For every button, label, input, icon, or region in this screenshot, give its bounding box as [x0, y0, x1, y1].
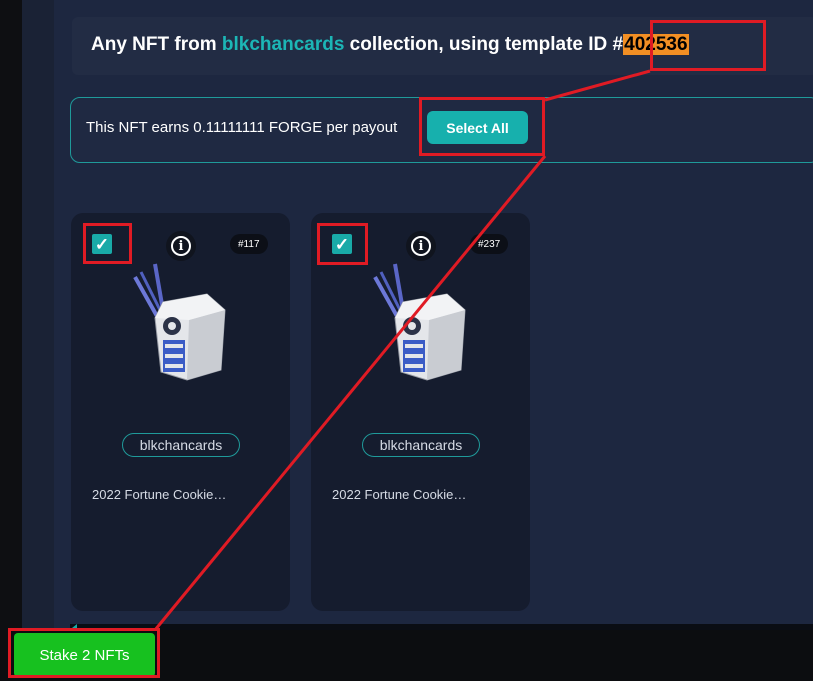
checkbox-checked-icon[interactable]: ✓ [92, 234, 112, 254]
heading-middle: collection, using template ID # [344, 34, 624, 55]
left-edge [0, 0, 22, 681]
collection-badge[interactable]: blkchancards [122, 433, 240, 457]
checkbox-checked-icon[interactable]: ✓ [332, 234, 352, 254]
template-id: 402536 [623, 34, 689, 55]
fortune-cookie-image [133, 263, 226, 381]
collection-badge[interactable]: blkchancards [362, 433, 480, 457]
info-icon[interactable]: i [406, 231, 436, 261]
fortune-cookie-image [373, 263, 466, 381]
asset-id-badge: #237 [470, 234, 509, 254]
nft-title: 2022 Fortune Cookie… [332, 487, 467, 502]
heading-collection[interactable]: blkchancards [222, 34, 345, 55]
select-all-button[interactable]: Select All [427, 111, 528, 144]
template-heading: Any NFT from blkchancards collection, us… [91, 34, 689, 56]
earn-text: This NFT earns 0.11111111 FORGE per payo… [86, 119, 398, 136]
asset-id-badge: #117 [230, 234, 268, 254]
nft-title: 2022 Fortune Cookie… [92, 487, 227, 502]
info-icon[interactable]: i [166, 231, 196, 261]
heading-prefix: Any NFT from [91, 34, 222, 55]
stake-nfts-button[interactable]: Stake 2 NFTs [14, 633, 155, 677]
